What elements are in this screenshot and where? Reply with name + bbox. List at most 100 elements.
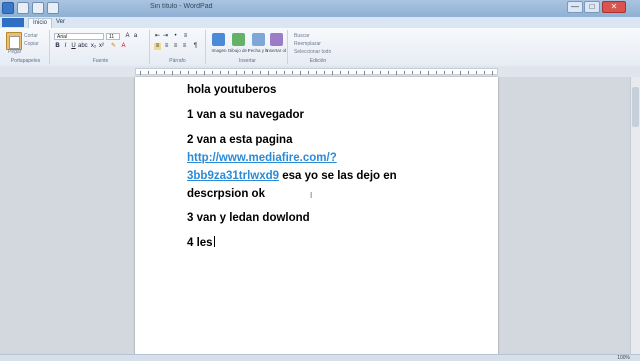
- font-group-label: Fuente: [92, 58, 109, 64]
- justify-icon[interactable]: ≡: [181, 43, 188, 50]
- doc-line-4-text: esa yo se las dejo en: [279, 170, 397, 182]
- align-left-icon[interactable]: ≡: [154, 43, 161, 50]
- quick-access-toolbar: [2, 2, 59, 14]
- decrease-indent-icon[interactable]: ⇤: [154, 33, 161, 40]
- ruler-tick: [276, 71, 277, 74]
- editing-group: Buscar Reemplazar Seleccionar todo Edici…: [290, 30, 346, 64]
- close-button[interactable]: ✕: [602, 1, 626, 13]
- shrink-font-icon[interactable]: a: [132, 33, 139, 40]
- doc-line-6: 3 van y ledan dowlond: [187, 212, 310, 224]
- date-time-label: Fecha y hora: [248, 48, 268, 53]
- title-bar: Sin título - WordPad — □ ✕: [0, 0, 640, 17]
- maximize-button[interactable]: □: [584, 1, 600, 13]
- ruler-tick: [284, 71, 285, 74]
- picture-icon[interactable]: [212, 33, 225, 46]
- select-all-button[interactable]: Seleccionar todo: [294, 49, 331, 55]
- ruler-tick: [348, 71, 349, 74]
- ruler-tick: [164, 71, 165, 74]
- ruler-tick: [212, 71, 213, 74]
- insert-group-label: Insertar: [239, 58, 256, 64]
- ruler-tick: [340, 71, 341, 74]
- highlight-icon[interactable]: ✎: [110, 43, 117, 50]
- picture-label: Imagen: [211, 48, 227, 53]
- subscript-icon[interactable]: x₂: [90, 43, 97, 50]
- ruler-tick: [268, 71, 269, 75]
- ruler-tick: [220, 71, 221, 74]
- ruler-tick: [396, 71, 397, 75]
- replace-button[interactable]: Reemplazar: [294, 41, 321, 47]
- mediafire-link-continued[interactable]: 3bb9za31trlwxd9: [187, 170, 279, 182]
- line-spacing-icon[interactable]: ≡: [182, 33, 189, 40]
- paragraph-group-label: Párrafo: [169, 58, 186, 64]
- paint-drawing-icon[interactable]: [232, 33, 245, 46]
- ruler-tick: [468, 71, 469, 74]
- find-button[interactable]: Buscar: [294, 33, 310, 39]
- paste-icon[interactable]: [6, 32, 22, 50]
- superscript-icon[interactable]: x²: [98, 43, 105, 50]
- doc-line-7-text: 4 les: [187, 237, 213, 249]
- cut-button[interactable]: Cortar: [24, 33, 38, 39]
- doc-line-5: descrpsion ok: [187, 188, 265, 200]
- copy-button[interactable]: Copiar: [24, 41, 39, 47]
- file-menu-button[interactable]: [2, 18, 24, 27]
- ruler-tick: [172, 71, 173, 75]
- paint-drawing-label: Dibujo de Paint: [228, 48, 250, 53]
- ruler-track: [135, 68, 498, 75]
- date-time-icon[interactable]: [252, 33, 265, 46]
- tab-view[interactable]: Ver: [52, 18, 69, 27]
- font-size-select[interactable]: 11: [106, 33, 120, 40]
- ruler-tick: [452, 71, 453, 74]
- ruler-tick: [260, 71, 261, 74]
- paragraph-settings-icon[interactable]: ¶: [192, 43, 199, 50]
- insert-group: Imagen Dibujo de Paint Fecha y hora Inse…: [208, 30, 288, 64]
- redo-icon[interactable]: [47, 2, 59, 14]
- paragraph-group: ⇤ ⇥ • ≡ ≡ ≡ ≡ ≡ ¶ Párrafo: [150, 30, 206, 64]
- doc-line-3: 2 van a esta pagina: [187, 134, 293, 146]
- ruler-tick: [476, 71, 477, 74]
- save-icon[interactable]: [17, 2, 29, 14]
- bullets-icon[interactable]: •: [172, 33, 179, 40]
- vertical-scrollbar[interactable]: [630, 77, 640, 354]
- strikethrough-icon[interactable]: abc: [78, 43, 88, 50]
- underline-icon[interactable]: U: [70, 43, 77, 50]
- scrollbar-thumb[interactable]: [632, 87, 639, 127]
- clipboard-group: Pegar Cortar Copiar Portapapeles: [2, 30, 50, 64]
- font-color-icon[interactable]: A: [120, 43, 127, 50]
- italic-icon[interactable]: I: [62, 43, 69, 50]
- increase-indent-icon[interactable]: ⇥: [162, 33, 169, 40]
- ruler-tick: [308, 71, 309, 74]
- clipboard-group-label: Portapapeles: [10, 58, 41, 64]
- insert-object-icon[interactable]: [270, 33, 283, 46]
- minimize-button[interactable]: —: [567, 1, 583, 13]
- ruler-tick: [140, 71, 141, 75]
- ruler-tick: [300, 71, 301, 75]
- ruler-tick: [436, 71, 437, 74]
- doc-line-7: 4 les: [187, 236, 215, 249]
- doc-link-line-1: http://www.mediafire.com/?: [187, 152, 337, 164]
- mouse-ibeam-icon: I: [310, 191, 313, 200]
- doc-line-1: hola youtuberos: [187, 84, 277, 96]
- app-icon[interactable]: [2, 2, 14, 14]
- ruler-tick: [156, 71, 157, 74]
- grow-font-icon[interactable]: A: [124, 33, 131, 40]
- ribbon: Pegar Cortar Copiar Portapapeles Arial 1…: [0, 28, 640, 67]
- ruler-tick: [228, 71, 229, 74]
- insert-object-label: Insertar objeto: [266, 48, 286, 53]
- ruler-tick: [380, 71, 381, 74]
- ruler-tick: [412, 71, 413, 74]
- paste-label: Pegar: [8, 49, 22, 55]
- zoom-level[interactable]: 100%: [617, 355, 630, 361]
- font-family-select[interactable]: Arial: [54, 33, 104, 40]
- align-right-icon[interactable]: ≡: [172, 43, 179, 50]
- ruler-tick: [492, 71, 493, 75]
- doc-line-2: 1 van a su navegador: [187, 109, 304, 121]
- ruler-tick: [252, 71, 253, 74]
- align-center-icon[interactable]: ≡: [163, 43, 170, 50]
- editing-group-label: Edición: [309, 58, 327, 64]
- bold-icon[interactable]: B: [54, 43, 61, 50]
- font-group: Arial 11 A a B I U abc x₂ x² ✎ A Fuente: [52, 30, 150, 64]
- mediafire-link[interactable]: http://www.mediafire.com/?: [187, 152, 337, 164]
- tab-home[interactable]: Inicio: [28, 18, 53, 28]
- undo-icon[interactable]: [32, 2, 44, 14]
- ruler-tick: [148, 71, 149, 74]
